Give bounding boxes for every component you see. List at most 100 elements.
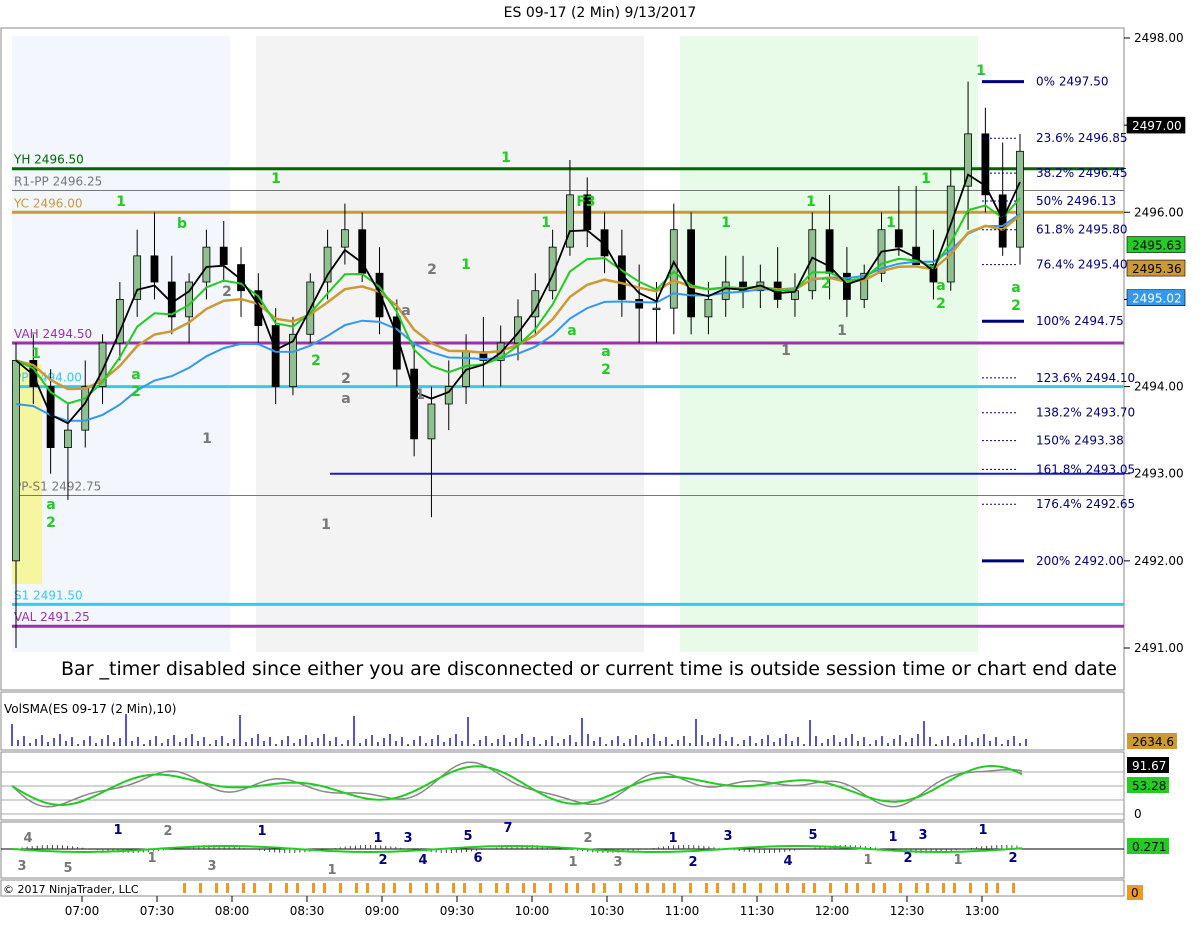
macd-label: 2 [163,824,172,839]
time-tick-label: 11:30 [740,904,775,918]
candle [687,229,696,318]
signal-tick [619,883,622,893]
signal-tick [242,883,245,893]
candle [964,133,972,187]
time-tick-label: 12:30 [890,904,925,918]
fib-label: 123.6% 2494.10 [1036,371,1135,385]
price-badge-label: 2495.63 [1132,239,1182,253]
macd-label: 7 [503,821,512,836]
swing-label: 1 [116,194,126,210]
candle [150,255,159,283]
macd-label: 4 [418,853,427,868]
price-axis: 2498.002497.002496.002495.002494.002493.… [1124,31,1186,655]
macd-label: 1 [668,831,677,846]
swing-label: 1 [806,194,816,210]
signal-tick [716,883,719,893]
candle [81,386,90,431]
signal-tick [872,883,875,893]
fib-label: 0% 2497.50 [1036,75,1108,89]
signal-tick [522,883,525,893]
fib-label: 200% 2492.00 [1036,554,1124,568]
fib-label: 61.8% 2495.80 [1036,223,1128,237]
candle [704,299,713,318]
signal-tick [339,883,342,893]
fib-label: 50% 2496.13 [1036,194,1116,208]
chart-canvas[interactable]: YH 2496.50 R1-PP 2496.25 YC 2496.00 VAH 249… [0,0,1200,952]
signal-tick [813,883,816,893]
signal-tick [296,883,299,893]
macd-label: 3 [723,829,732,844]
macd-label: 5 [808,828,817,843]
macd-label: 3 [613,855,622,870]
price-badge-label: 2495.36 [1132,262,1182,276]
signal-tick [436,883,439,893]
signal-tick [253,883,256,893]
signal-tick [452,883,455,893]
price-badge-label: 2497.00 [1132,119,1182,133]
signal-tick [926,883,929,893]
time-tick-label: 11:00 [665,904,700,918]
macd-label: 3 [918,828,927,843]
candle [652,307,661,311]
signal-tick [689,883,692,893]
signal-tick [743,883,746,893]
swing-label: 1 [501,150,511,166]
fib-label: 138.2% 2493.70 [1036,406,1135,420]
swing-label: a [401,303,410,319]
swing-label: 1 [461,257,471,273]
signal-tick [226,883,229,893]
time-tick-label: 12:00 [815,904,850,918]
signal-tick [549,883,552,893]
candle [202,246,211,283]
macd-label: 1 [953,853,962,868]
swing-label: a [341,391,350,407]
swing-label: 2 [1011,298,1021,314]
signal-tick [495,883,498,893]
swing-label: 1 [781,343,791,359]
bottom-badge-label: 0 [1131,886,1139,900]
time-tick-label: 10:00 [515,904,550,918]
swing-label: 1 [321,517,331,533]
signal-tick [425,883,428,893]
price-tick-label: 2493.00 [1134,467,1184,481]
signal-tick [312,883,315,893]
macd-label: 2 [688,855,697,870]
signal-tick [393,883,396,893]
lower-panels: VolSMA(ES 09-17 (2 Min),10)2634.691.6753… [0,691,1177,918]
level-label: R1-PP 2496.25 [14,175,102,189]
candle [340,229,349,248]
signal-tick [786,883,789,893]
candle [64,429,72,448]
macd-label: 3 [403,831,412,846]
level-label: VAL 2491.25 [14,610,90,624]
level-label: S1 2491.50 [14,588,83,602]
price-tick-label: 2498.00 [1134,31,1184,45]
candle [12,360,20,562]
fib-label: 38.2% 2496.45 [1036,166,1128,180]
macd-label: 1 [568,855,577,870]
copyright: © 2017 NinjaTrader, LLC [3,883,139,896]
signal-tick [996,883,999,893]
signal-tick [183,883,186,893]
fib-label: 100% 2494.75 [1036,314,1124,328]
swing-label: a [936,278,945,294]
time-tick-label: 10:30 [590,904,625,918]
fib-label: 76.4% 2495.40 [1036,258,1128,272]
swing-label: 1 [921,171,931,187]
macd-label: 4 [23,831,32,846]
fib-label: 150% 2493.38 [1036,434,1124,448]
swing-label: 2 [46,515,56,531]
time-tick-label: 08:30 [290,904,325,918]
signal-tick [382,883,385,893]
signal-tick [953,883,956,893]
stoch-badge-label: 53.28 [1132,779,1166,793]
volume-label: VolSMA(ES 09-17 (2 Min),10) [4,702,176,716]
swing-label: b [177,216,187,232]
signal-tick [323,883,326,893]
swing-label: a [567,323,576,339]
swing-label: 2 [222,284,232,300]
level-label: VAH 2494.50 [14,327,92,341]
time-tick-label: 09:30 [440,904,475,918]
fib-label: 176.4% 2492.65 [1036,497,1135,511]
swing-label: 2 [311,353,321,369]
